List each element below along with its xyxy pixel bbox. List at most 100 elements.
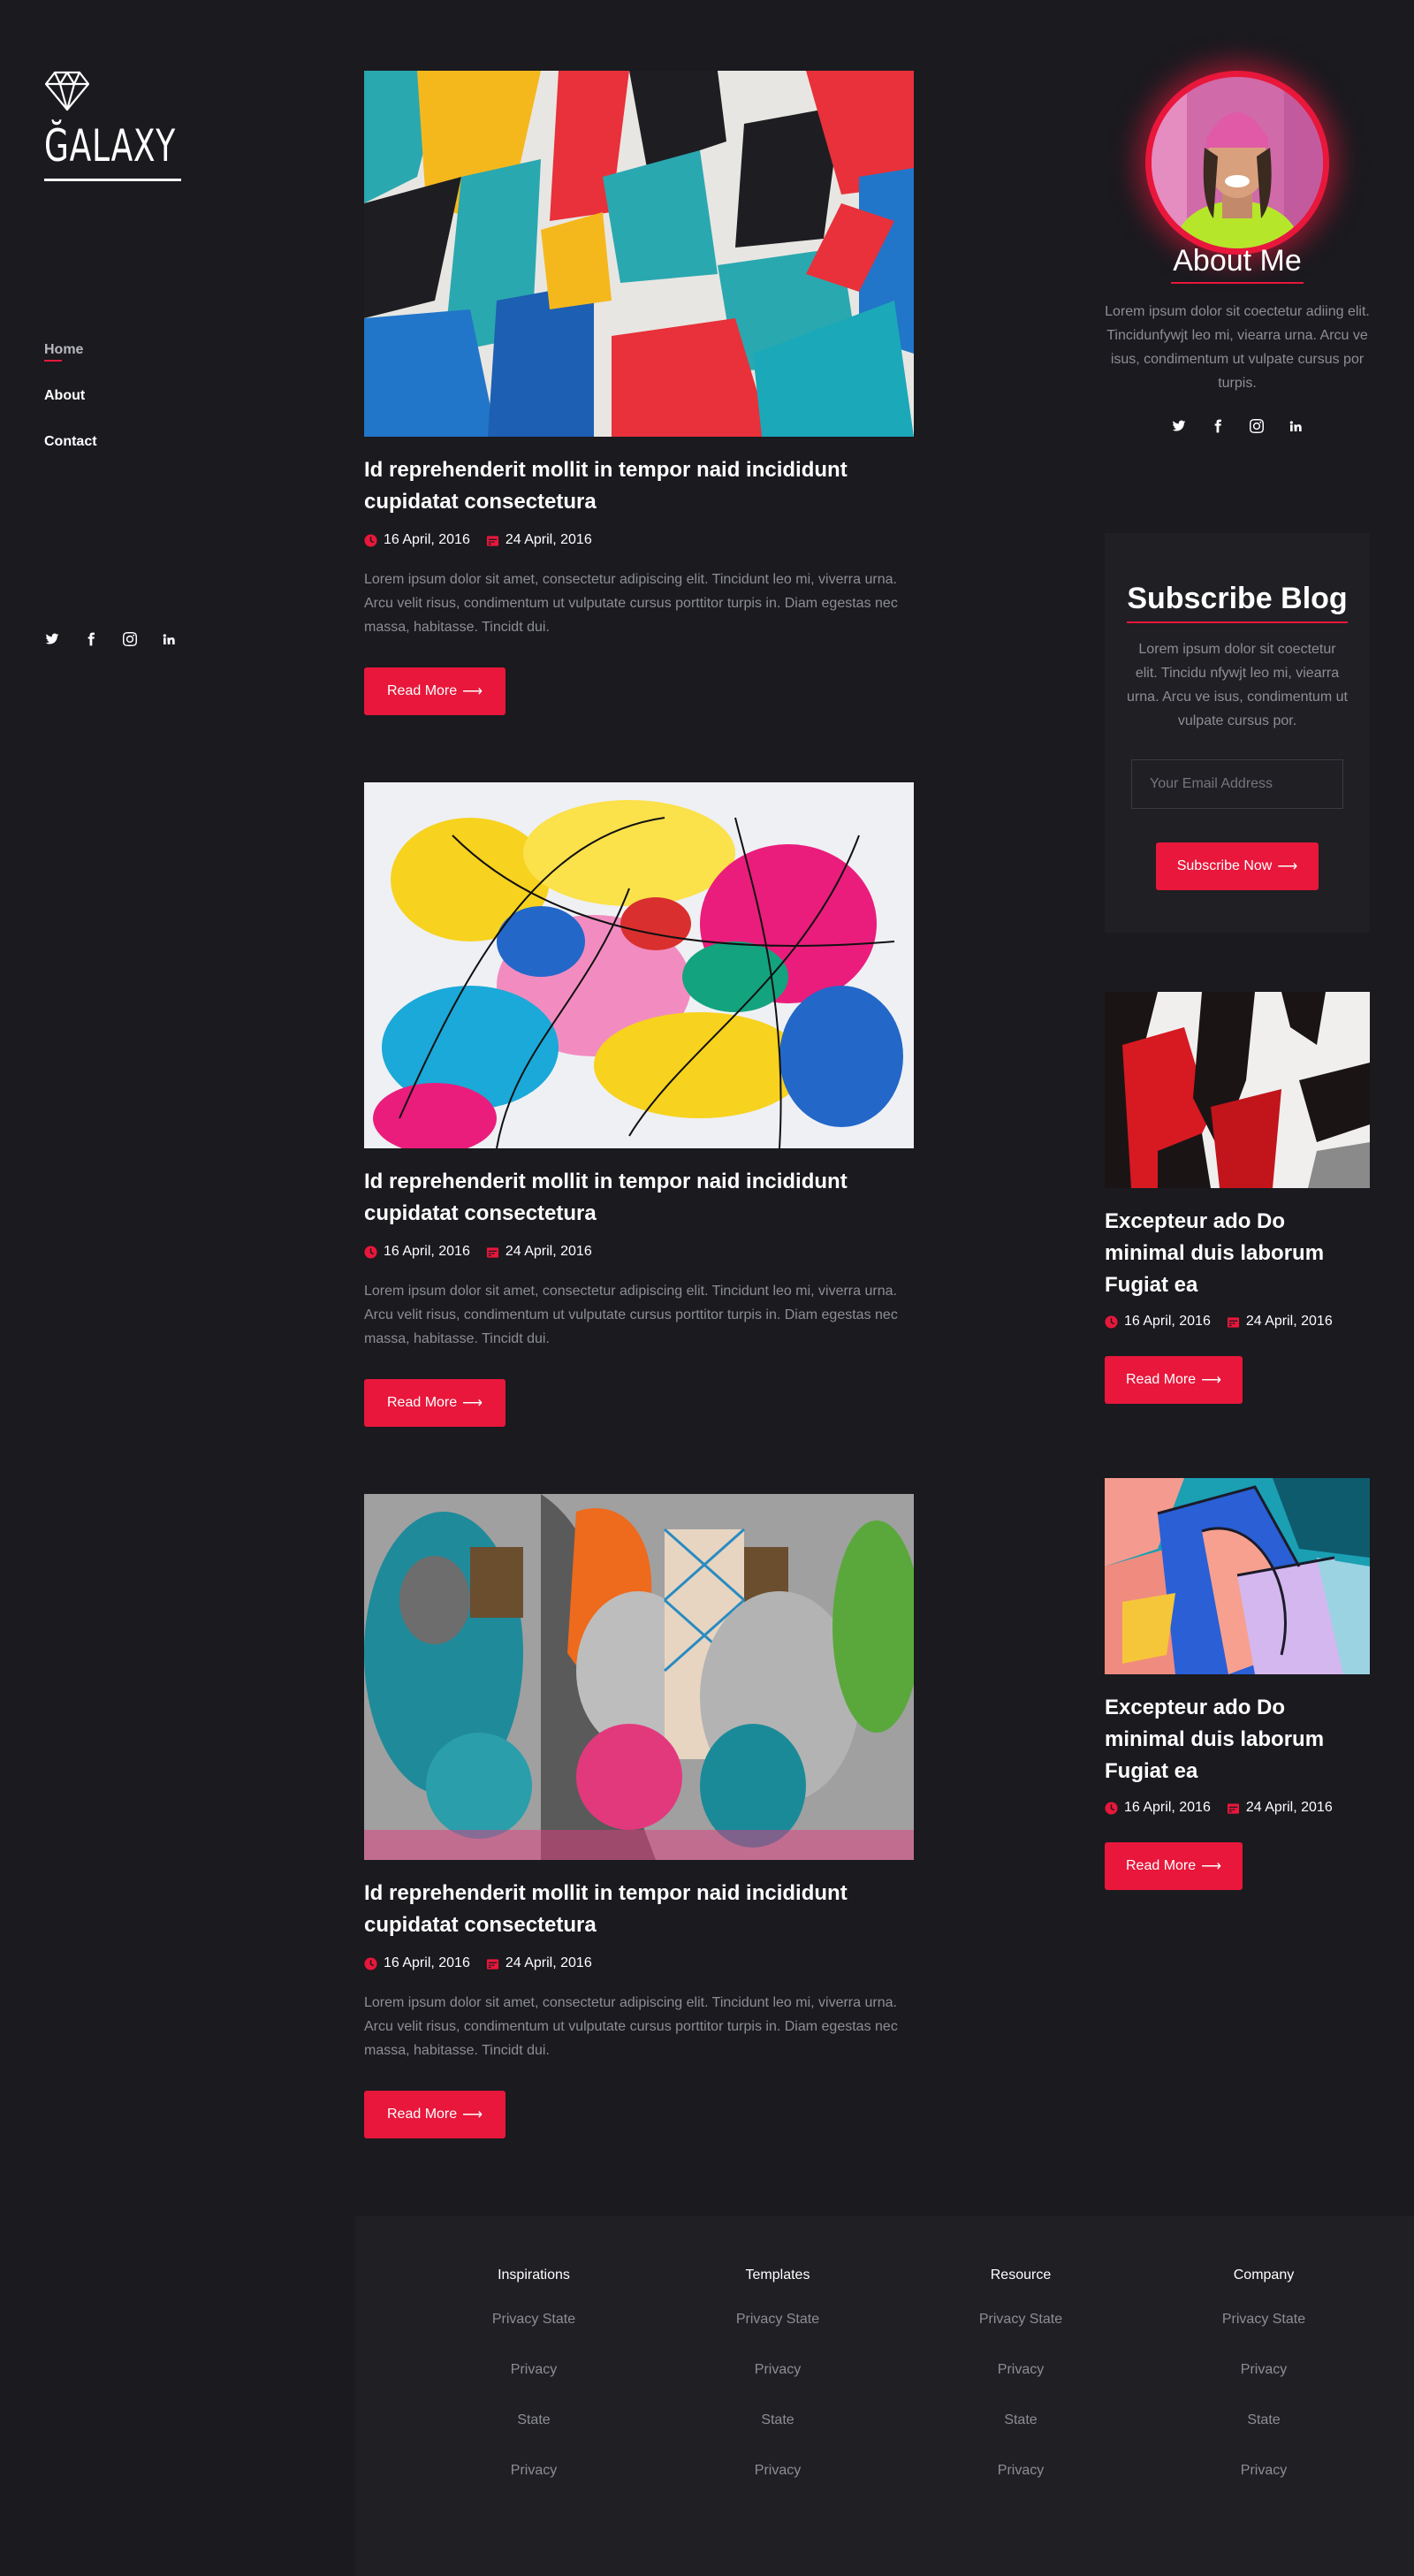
about-title: About Me xyxy=(1171,244,1304,284)
clock-icon xyxy=(1105,1802,1118,1815)
footer-heading: Resource xyxy=(990,2267,1052,2283)
sidebar-social-links xyxy=(44,631,177,647)
about-widget: About Me Lorem ipsum dolor sit coectetur… xyxy=(1105,71,1370,434)
read-more-label: Read More xyxy=(387,1395,458,1410)
footer-heading: Templates xyxy=(745,2267,810,2283)
read-more-button[interactable]: Read More ⟶ xyxy=(1105,1842,1243,1890)
post-date: 16 April, 2016 xyxy=(384,1955,470,1970)
linkedin-icon[interactable] xyxy=(1288,418,1304,434)
nav-item-home[interactable]: Home xyxy=(44,342,83,362)
post-card: Id reprehenderit mollit in tempor naid i… xyxy=(364,71,914,715)
avatar-ring xyxy=(1145,71,1329,255)
footer-link[interactable]: State xyxy=(445,2412,622,2428)
post-title[interactable]: Id reprehenderit mollit in tempor naid i… xyxy=(364,454,914,518)
post-date: 16 April, 2016 xyxy=(384,532,470,547)
side-post-title[interactable]: Excepteur ado Do minimal duis laborum Fu… xyxy=(1105,1206,1370,1301)
post-date: 16 April, 2016 xyxy=(1124,1314,1211,1329)
post-excerpt: Lorem ipsum dolor sit amet, consectetur … xyxy=(364,1284,898,1346)
footer-link[interactable]: Privacy State xyxy=(445,2312,622,2328)
post-meta: 16 April, 2016 24 April, 2016 xyxy=(1105,1314,1370,1330)
read-more-label: Read More xyxy=(1126,1372,1197,1387)
site-logo[interactable]: ĞALAXY xyxy=(44,71,181,181)
post-date: 16 April, 2016 xyxy=(384,1244,470,1259)
footer-heading: Inspirations xyxy=(498,2267,570,2283)
twitter-icon[interactable] xyxy=(1171,418,1187,434)
post-title[interactable]: Id reprehenderit mollit in tempor naid i… xyxy=(364,1166,914,1230)
side-post-card: Excepteur ado Do minimal duis laborum Fu… xyxy=(1105,1478,1370,1890)
facebook-icon[interactable] xyxy=(83,631,99,647)
footer-column-company: Company Privacy State Privacy State Priv… xyxy=(1175,2267,1352,2513)
post-updated-date: 24 April, 2016 xyxy=(1245,1800,1333,1815)
post-updated-date: 24 April, 2016 xyxy=(505,1955,592,1970)
side-post-image[interactable] xyxy=(1105,1478,1370,1674)
avatar xyxy=(1152,77,1323,248)
clock-icon xyxy=(364,1957,377,1970)
post-date: 16 April, 2016 xyxy=(1124,1800,1211,1815)
post-updated-date: 24 April, 2016 xyxy=(1245,1314,1333,1329)
subscribe-text: Lorem ipsum dolor sit coectetur elit. Ti… xyxy=(1127,642,1348,728)
footer-link[interactable]: Privacy xyxy=(445,2362,622,2378)
footer-heading: Company xyxy=(1233,2267,1295,2283)
clock-icon xyxy=(364,534,377,547)
post-excerpt: Lorem ipsum dolor sit amet, consectetur … xyxy=(364,572,898,635)
footer-link[interactable]: Privacy State xyxy=(1175,2312,1352,2328)
post-meta: 16 April, 2016 24 April, 2016 xyxy=(364,532,914,548)
subscribe-button[interactable]: Subscribe Now ⟶ xyxy=(1155,842,1319,890)
main-nav: Home About Contact xyxy=(44,342,97,480)
footer-link[interactable]: Privacy xyxy=(932,2362,1109,2378)
subscribe-widget: Subscribe Blog Lorem ipsum dolor sit coe… xyxy=(1105,533,1370,933)
footer-link[interactable]: Privacy xyxy=(445,2463,622,2479)
side-post-image[interactable] xyxy=(1105,992,1370,1188)
post-updated-date: 24 April, 2016 xyxy=(505,532,592,547)
email-field[interactable] xyxy=(1131,759,1343,809)
footer-link[interactable]: Privacy State xyxy=(932,2312,1109,2328)
side-post-title[interactable]: Excepteur ado Do minimal duis laborum Fu… xyxy=(1105,1692,1370,1787)
subscribe-button-label: Subscribe Now xyxy=(1176,858,1273,873)
footer-link[interactable]: Privacy State xyxy=(689,2312,866,2328)
calendar-icon xyxy=(486,534,499,547)
post-image[interactable] xyxy=(364,71,914,437)
footer-link[interactable]: Privacy xyxy=(1175,2463,1352,2479)
post-title[interactable]: Id reprehenderit mollit in tempor naid i… xyxy=(364,1878,914,1941)
about-text: Lorem ipsum dolor sit coectetur adiing e… xyxy=(1105,304,1370,391)
footer-link[interactable]: Privacy xyxy=(689,2362,866,2378)
calendar-icon xyxy=(486,1957,499,1970)
read-more-button[interactable]: Read More ⟶ xyxy=(364,1379,506,1427)
linkedin-icon[interactable] xyxy=(161,631,177,647)
post-image[interactable] xyxy=(364,1494,914,1860)
logo-underline xyxy=(44,179,181,181)
footer-column-inspirations: Inspirations Privacy State Privacy State… xyxy=(445,2267,622,2513)
arrow-right-icon: ⟶ xyxy=(1201,1373,1222,1388)
about-social-links xyxy=(1105,418,1370,434)
post-meta: 16 April, 2016 24 April, 2016 xyxy=(1105,1800,1370,1816)
footer: Inspirations Privacy State Privacy State… xyxy=(355,2216,1414,2576)
read-more-button[interactable]: Read More ⟶ xyxy=(364,667,506,715)
footer-link[interactable]: Privacy xyxy=(932,2463,1109,2479)
logo-text: ĞALAXY xyxy=(44,120,177,171)
read-more-label: Read More xyxy=(1126,1858,1197,1873)
calendar-icon xyxy=(1227,1802,1240,1815)
footer-link[interactable]: Privacy xyxy=(689,2463,866,2479)
diamond-icon xyxy=(44,71,90,111)
instagram-icon[interactable] xyxy=(1249,418,1265,434)
post-card: Id reprehenderit mollit in tempor naid i… xyxy=(364,1494,914,2138)
nav-item-contact[interactable]: Contact xyxy=(44,434,97,450)
arrow-right-icon: ⟶ xyxy=(462,684,483,699)
nav-item-about[interactable]: About xyxy=(44,388,85,404)
footer-link[interactable]: State xyxy=(689,2412,866,2428)
footer-link[interactable]: State xyxy=(1175,2412,1352,2428)
post-image[interactable] xyxy=(364,782,914,1148)
read-more-button[interactable]: Read More ⟶ xyxy=(1105,1356,1243,1404)
read-more-button[interactable]: Read More ⟶ xyxy=(364,2091,506,2138)
twitter-icon[interactable] xyxy=(44,631,60,647)
arrow-right-icon: ⟶ xyxy=(1201,1859,1222,1874)
facebook-icon[interactable] xyxy=(1210,418,1226,434)
clock-icon xyxy=(1105,1315,1118,1329)
footer-link[interactable]: Privacy xyxy=(1175,2362,1352,2378)
calendar-icon xyxy=(1227,1315,1240,1329)
footer-link[interactable]: State xyxy=(932,2412,1109,2428)
instagram-icon[interactable] xyxy=(122,631,138,647)
footer-column-templates: Templates Privacy State Privacy State Pr… xyxy=(689,2267,866,2513)
read-more-label: Read More xyxy=(387,683,458,698)
arrow-right-icon: ⟶ xyxy=(462,1396,483,1411)
